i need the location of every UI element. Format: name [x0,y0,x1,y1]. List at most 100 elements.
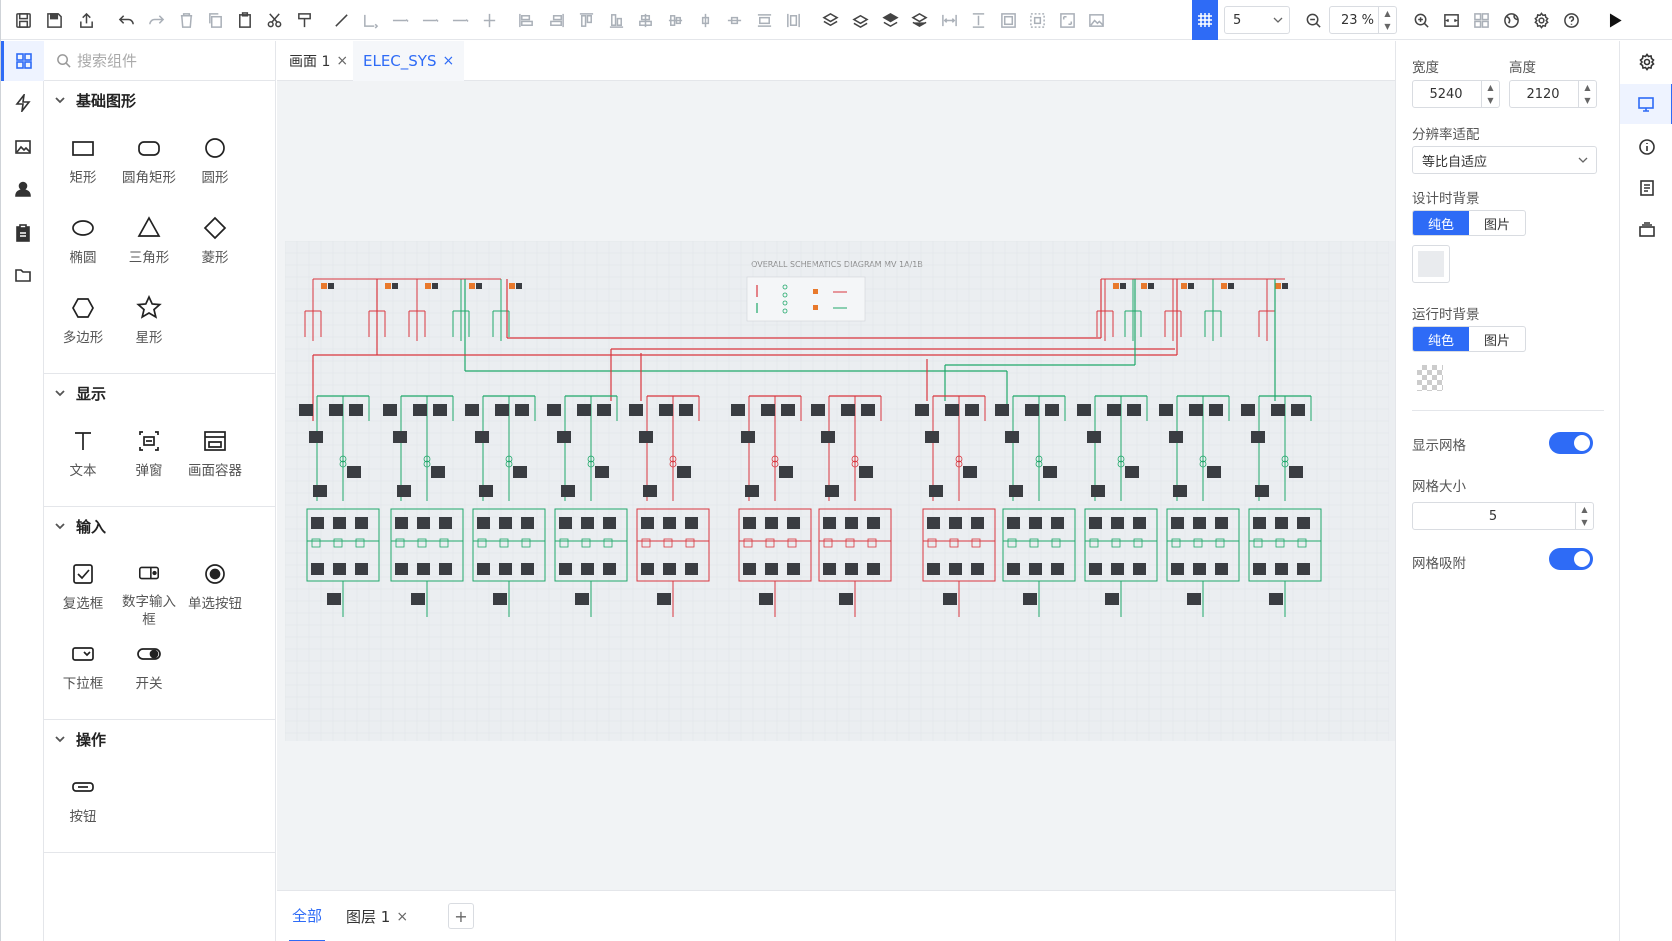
tab-all-layers[interactable]: 全部 [289,891,326,941]
component-dropdown[interactable]: 下拉框 [50,629,116,709]
design-canvas[interactable]: OVERALL SCHEMATICS DIAGRAM MV 1A/1B [277,81,1395,890]
component-text[interactable]: 文本 [50,416,116,496]
components-rail-icon[interactable] [1,41,44,81]
zoom-out-icon[interactable] [1302,9,1324,31]
add-layer-button[interactable]: + [448,903,474,929]
settings-icon[interactable] [1530,9,1552,31]
fit-screen-icon[interactable] [1440,9,1462,31]
line-end-icon[interactable] [449,9,471,31]
component-triangle[interactable]: 三角形 [116,203,182,283]
section-header[interactable]: 输入 [44,507,275,545]
align-center-h-icon[interactable] [634,9,656,31]
runtime-bg-solid-option[interactable]: 纯色 [1413,327,1469,351]
design-bg-color-swatch[interactable] [1412,245,1450,283]
document-icon[interactable] [1620,168,1672,208]
line-style-icon[interactable] [389,9,411,31]
snapshot-icon[interactable] [1470,9,1492,31]
zoom-input[interactable]: 23 % ▲ ▼ [1329,6,1397,34]
waypoint-icon[interactable] [478,9,500,31]
image-icon[interactable] [1085,9,1107,31]
fit-height-icon[interactable] [967,9,989,31]
grid-toggle-icon[interactable] [1192,0,1218,40]
align-center-v-icon[interactable] [664,9,686,31]
component-circle[interactable]: 圆形 [182,123,248,203]
globe-icon[interactable] [1500,9,1522,31]
component-button[interactable]: 按钮 [50,762,116,842]
component-diamond[interactable]: 菱形 [182,203,248,283]
grid-size-input[interactable]: 5 ▲ ▼ [1412,502,1594,530]
copy-icon[interactable] [204,9,226,31]
tab-layer-1[interactable]: 图层 1 × [346,891,408,941]
delete-icon[interactable] [175,9,197,31]
design-bg-image-option[interactable]: 图片 [1469,211,1525,235]
component-star[interactable]: 星形 [116,283,182,363]
component-container[interactable]: 画面容器 [182,416,248,496]
component-rectangle[interactable]: 矩形 [50,123,116,203]
line-tool-icon[interactable] [330,9,352,31]
zoom-in-icon[interactable] [1410,9,1432,31]
folder-icon[interactable] [1,255,44,295]
close-icon[interactable]: × [396,909,408,925]
component-radio[interactable]: 单选按钮 [182,549,248,629]
polyline-tool-icon[interactable] [359,9,381,31]
show-grid-toggle[interactable] [1549,432,1593,454]
group-icon[interactable] [997,9,1019,31]
save-icon[interactable] [43,9,65,31]
height-stepper[interactable]: ▲ ▼ [1578,81,1596,107]
fullscreen-icon[interactable] [1056,9,1078,31]
ungroup-icon[interactable] [1026,9,1048,31]
height-input[interactable]: 2120 ▲ ▼ [1509,80,1597,108]
monitor-icon[interactable] [1620,84,1672,124]
section-header[interactable]: 操作 [44,720,275,758]
undo-icon[interactable] [115,9,137,31]
align-top-icon[interactable] [575,9,597,31]
tab-screen-1[interactable]: 画面 1 × [289,41,348,81]
layer-top-icon[interactable] [879,9,901,31]
help-icon[interactable] [1560,9,1582,31]
width-stepper[interactable]: ▲ ▼ [1481,81,1499,107]
layer-down-icon[interactable] [849,9,871,31]
close-icon[interactable]: × [443,53,455,69]
grid-size-select[interactable]: 5 [1224,6,1290,34]
lightning-icon[interactable] [1,83,44,123]
info-icon[interactable] [1620,127,1672,167]
component-number-input[interactable]: 数字输入框 [116,549,182,629]
design-bg-solid-option[interactable]: 纯色 [1413,211,1469,235]
search-input[interactable] [77,51,257,70]
new-file-icon[interactable] [12,9,34,31]
format-painter-icon[interactable] [293,9,315,31]
resolution-select[interactable]: 等比自适应 [1412,146,1597,174]
same-height-icon[interactable] [782,9,804,31]
user-icon[interactable] [1,169,44,209]
play-icon[interactable] [1603,9,1625,31]
component-polygon[interactable]: 多边形 [50,283,116,363]
clipboard-icon[interactable] [1,213,44,253]
distribute-v-icon[interactable] [723,9,745,31]
layer-up-icon[interactable] [819,9,841,31]
grid-size-stepper[interactable]: ▲ ▼ [1575,503,1593,529]
align-right-icon[interactable] [545,9,567,31]
layer-bottom-icon[interactable] [908,9,930,31]
component-switch[interactable]: 开关 [116,629,182,709]
component-popup[interactable]: 弹窗 [116,416,182,496]
section-header[interactable]: 基础图形 [44,81,275,119]
component-ellipse[interactable]: 椭圆 [50,203,116,283]
diagram-sheet[interactable]: OVERALL SCHEMATICS DIAGRAM MV 1A/1B [284,240,1395,741]
component-rounded-rectangle[interactable]: 圆角矩形 [116,123,182,203]
same-width-icon[interactable] [753,9,775,31]
zoom-stepper[interactable]: ▲ ▼ [1378,7,1396,33]
tab-elec-sys[interactable]: ELEC_SYS × [353,41,465,81]
runtime-bg-image-option[interactable]: 图片 [1469,327,1525,351]
distribute-h-icon[interactable] [694,9,716,31]
align-bottom-icon[interactable] [605,9,627,31]
close-icon[interactable]: × [336,53,348,69]
section-header[interactable]: 显示 [44,374,275,412]
gear-icon[interactable] [1620,42,1672,82]
layers-stack-icon[interactable] [1620,209,1672,249]
component-checkbox[interactable]: 复选框 [50,549,116,629]
width-input[interactable]: 5240 ▲ ▼ [1412,80,1500,108]
line-start-icon[interactable] [419,9,441,31]
image-library-icon[interactable] [1,127,44,167]
paste-icon[interactable] [233,9,255,31]
redo-icon[interactable] [145,9,167,31]
